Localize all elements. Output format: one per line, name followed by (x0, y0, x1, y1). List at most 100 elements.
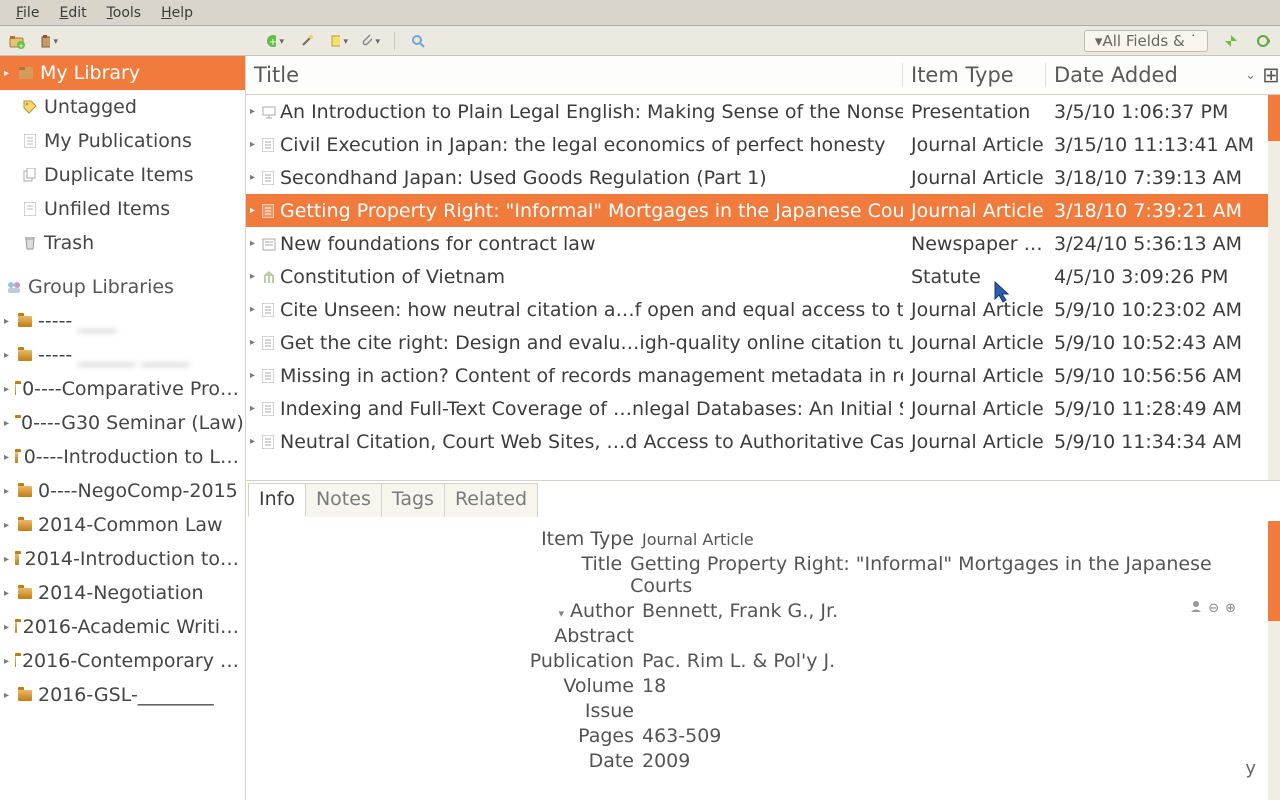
item-row[interactable]: ▸ Indexing and Full-Text Coverage of …nle… (246, 392, 1280, 425)
label-pages: Pages (246, 725, 642, 747)
new-collection-button[interactable]: + (8, 32, 26, 50)
new-item-button[interactable]: + (266, 32, 284, 50)
value-title[interactable]: Getting Property Right: "Informal" Mortg… (630, 553, 1260, 597)
locate-button[interactable] (1222, 32, 1240, 50)
new-library-button[interactable] (40, 32, 58, 50)
tab-info[interactable]: Info (248, 483, 306, 517)
sidebar-group-anon1[interactable]: ▸ -----____ (0, 304, 245, 338)
value-author[interactable]: Bennett, Frank G., Jr. (642, 600, 838, 622)
tab-related[interactable]: Related (444, 483, 538, 517)
sidebar-collection[interactable]: ▸ 0----Introduction to L… (0, 440, 245, 474)
search-button[interactable] (409, 32, 427, 50)
label-abstract: Abstract (246, 625, 642, 647)
folder-icon (18, 316, 32, 327)
caret-icon: ▸ (250, 403, 258, 414)
menu-file[interactable]: File (6, 3, 49, 23)
tab-tags[interactable]: Tags (381, 483, 445, 517)
item-date-cell: 5/9/10 11:28:49 AM (1046, 398, 1280, 420)
sidebar-label: 0----Introduction to L… (24, 446, 239, 468)
value-publication[interactable]: Pac. Rim L. & Pol'y J. (642, 650, 835, 672)
item-row[interactable]: ▸Secondhand Japan: Used Goods Regulation… (246, 161, 1280, 194)
item-row[interactable]: ▸Constitution of VietnamStatute4/5/10 3:… (246, 260, 1280, 293)
sidebar-collection[interactable]: ▸2016-Academic Writi… (0, 610, 245, 644)
label-title: Title (246, 553, 630, 575)
sort-desc-icon: ⌄ (1245, 68, 1256, 83)
toolbar-separator (394, 32, 395, 50)
sidebar-label: 2014-Common Law (38, 514, 223, 536)
detail-scrollbar[interactable] (1268, 521, 1280, 800)
sidebar-collection[interactable]: ▸2014-Introduction to… (0, 542, 245, 576)
sync-button[interactable] (1254, 32, 1272, 50)
caret-icon: ▸ (250, 238, 258, 249)
search-scope-dropdown[interactable]: ▾All Fields & ˙ (1084, 30, 1208, 52)
item-type-cell: Journal Article (903, 332, 1046, 354)
item-row[interactable]: ▸New foundations for contract lawNewspap… (246, 227, 1280, 260)
author-remove-button[interactable]: ⊖ (1208, 601, 1219, 616)
scrollbar-thumb[interactable] (1268, 521, 1280, 621)
caret-icon: ▸ (4, 350, 12, 361)
toolbar: + + ▾All Fields & ˙ (0, 26, 1280, 56)
sidebar-my-library[interactable]: ▸ My Library (0, 56, 245, 90)
menu-edit[interactable]: Edit (49, 3, 96, 23)
sidebar-unfiled-items[interactable]: Unfiled Items (0, 192, 245, 226)
author-profile-icon[interactable] (1190, 600, 1202, 616)
item-date-cell: 5/9/10 10:52:43 AM (1046, 332, 1280, 354)
scrollbar-thumb[interactable] (1268, 95, 1280, 141)
sidebar-trash[interactable]: Trash (0, 226, 245, 260)
item-row[interactable]: ▸Cite Unseen: how neutral citation a…f o… (246, 293, 1280, 326)
caret-icon: ▸ (250, 139, 258, 150)
item-row[interactable]: ▸Missing in action? Content of records m… (246, 359, 1280, 392)
sidebar-collection[interactable]: ▸2014-Negotiation (0, 576, 245, 610)
item-date-cell: 3/18/10 7:39:13 AM (1046, 167, 1280, 189)
caret-icon: ▸ (4, 588, 12, 599)
value-item-type[interactable]: Journal Article (642, 530, 754, 549)
caret-icon: ▸ (250, 436, 258, 447)
sidebar-collection[interactable]: ▸2016-GSL-________ (0, 678, 245, 712)
value-volume[interactable]: 18 (642, 675, 666, 697)
item-row[interactable]: ▸An Introduction to Plain Legal English:… (246, 95, 1280, 128)
column-picker-button[interactable]: ⊞ (1262, 63, 1280, 87)
item-row[interactable]: ▸Getting Property Right: "Informal" Mort… (246, 194, 1280, 227)
sidebar-label: Unfiled Items (44, 198, 170, 220)
folder-icon (18, 690, 32, 701)
tab-notes[interactable]: Notes (305, 483, 382, 517)
sidebar-collection[interactable]: ▸2016-Contemporary … (0, 644, 245, 678)
new-note-button[interactable] (330, 32, 348, 50)
attachment-button[interactable] (362, 32, 380, 50)
caret-icon: ▸ (4, 452, 9, 463)
group-icon (6, 279, 22, 295)
sidebar-duplicate-items[interactable]: Duplicate Items (0, 158, 245, 192)
value-pages[interactable]: 463-509 (642, 725, 721, 747)
col-header-title[interactable]: Title (246, 63, 903, 87)
sidebar-label: 0----NegoComp-2015 (38, 480, 238, 502)
item-type-icon (262, 435, 276, 449)
item-row[interactable]: ▸Neutral Citation, Court Web Sites, …d A… (246, 425, 1280, 458)
list-scrollbar[interactable] (1268, 95, 1280, 480)
sidebar-collection[interactable]: ▸2014-Common Law (0, 508, 245, 542)
item-row[interactable]: ▸Civil Execution in Japan: the legal eco… (246, 128, 1280, 161)
item-row[interactable]: ▸Get the cite right: Design and evalu…ig… (246, 326, 1280, 359)
item-date-cell: 3/24/10 5:36:13 AM (1046, 233, 1280, 255)
folder-icon (18, 486, 32, 497)
value-date[interactable]: 2009 (642, 750, 690, 772)
item-title: Cite Unseen: how neutral citation a…f op… (280, 299, 903, 321)
magic-wand-button[interactable] (298, 32, 316, 50)
col-header-item-type[interactable]: Item Type (903, 63, 1046, 87)
sidebar-collection[interactable]: ▸0----G30 Seminar (Law) (0, 406, 245, 440)
item-title: Indexing and Full-Text Coverage of …nleg… (280, 398, 903, 420)
menu-tools[interactable]: Tools (97, 3, 152, 23)
sidebar-group-anon2[interactable]: ▸ -----______ _____ (0, 338, 245, 372)
sidebar-collection[interactable]: ▸0----Comparative Pro… (0, 372, 245, 406)
folder-icon (15, 656, 16, 667)
caret-icon: ▸ (4, 656, 9, 667)
caret-icon: ▸ (250, 205, 258, 216)
label-author: ▾Author (246, 600, 642, 622)
author-add-button[interactable]: ⊕ (1225, 601, 1236, 616)
caret-icon: ▸ (4, 418, 9, 429)
sidebar-collection[interactable]: ▸0----NegoComp-2015 (0, 474, 245, 508)
col-header-date-added[interactable]: Date Added⌄ (1046, 63, 1262, 87)
caret-icon: ▸ (250, 337, 258, 348)
sidebar-my-publications[interactable]: My Publications (0, 124, 245, 158)
menu-help[interactable]: Help (151, 3, 203, 23)
sidebar-untagged[interactable]: Untagged (0, 90, 245, 124)
